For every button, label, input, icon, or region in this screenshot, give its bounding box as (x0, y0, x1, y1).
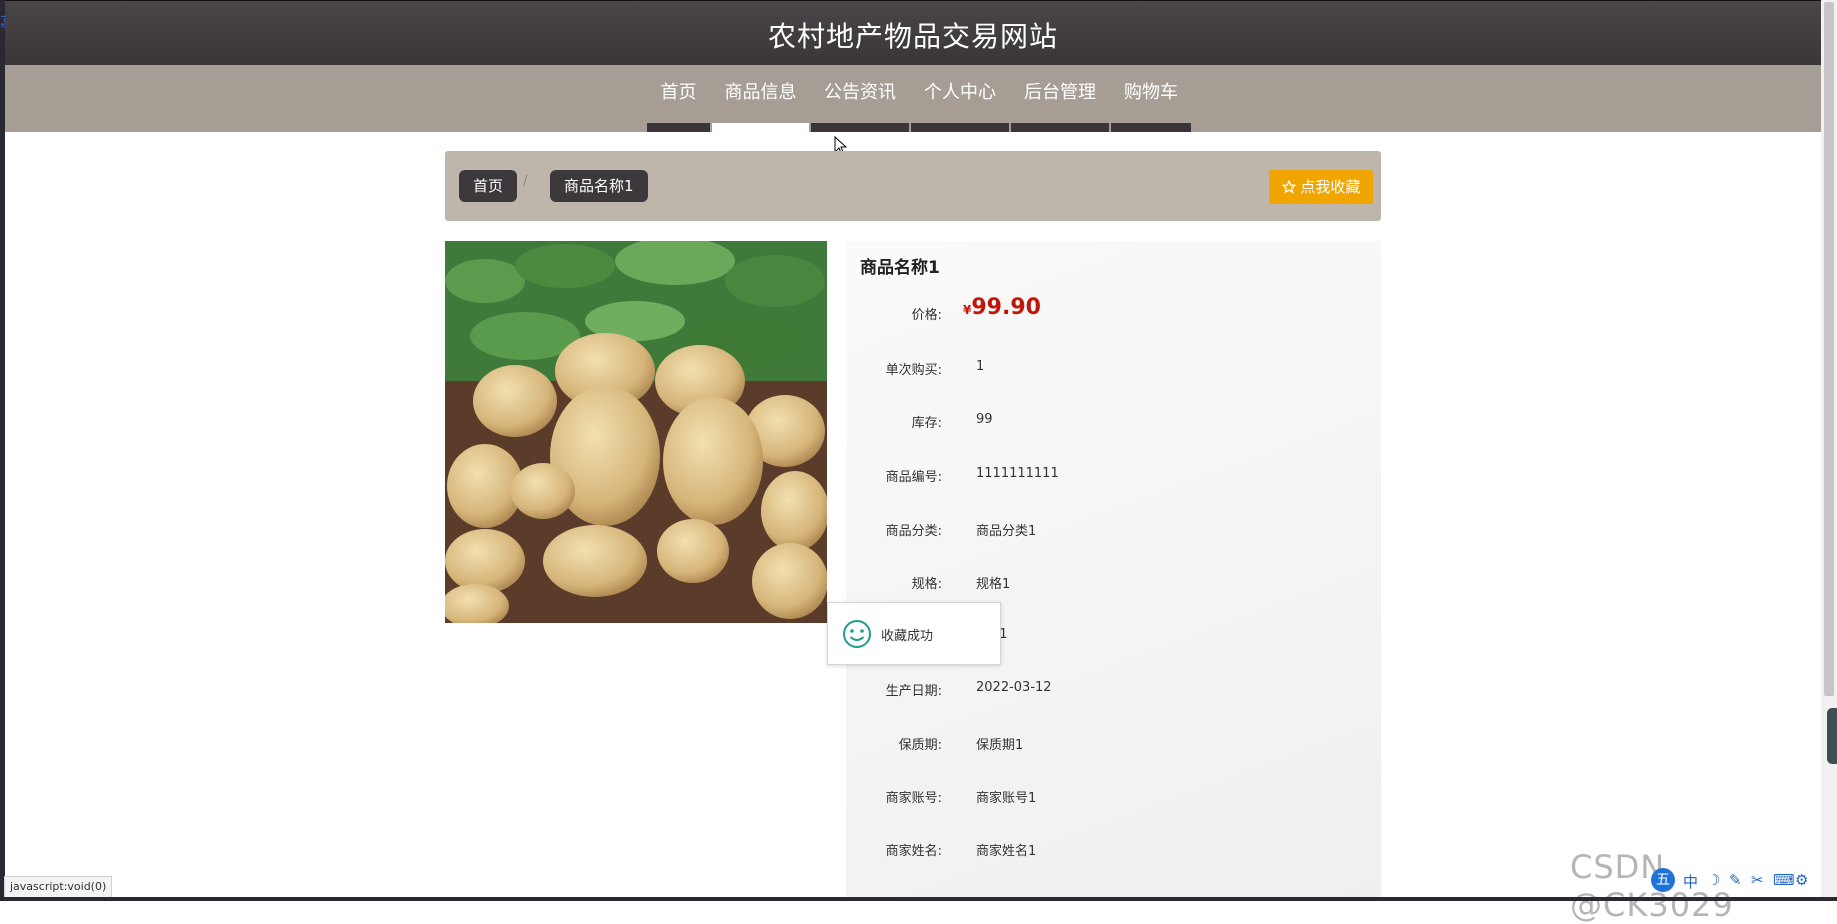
status-bar-url: javascript:void(0) (4, 876, 113, 898)
nav-item-home[interactable]: 首页 (647, 65, 710, 132)
star-outline-icon (1281, 179, 1296, 194)
gear-icon[interactable]: ⚙ (1795, 871, 1808, 889)
nav-item-label: 后台管理 (1024, 82, 1096, 103)
field-value-merchant-name: 商家姓名1 (976, 844, 1037, 859)
field-label-spec: 规格: (911, 577, 942, 592)
field-value-production-date: 2022-03-12 (976, 680, 1052, 695)
window-edge (0, 0, 5, 901)
field-value-category: 商品分类1 (976, 524, 1037, 539)
field-label-merchant-account: 商家账号: (885, 791, 942, 806)
field-value-product-number: 1111111111 (976, 466, 1059, 481)
scissors-icon[interactable]: ✂ (1751, 871, 1764, 889)
nav-item-label: 公告资讯 (824, 82, 896, 103)
moon-icon[interactable]: ☽ (1707, 871, 1720, 889)
field-value-single-purchase: 1 (976, 359, 985, 374)
nav-item-user-center[interactable]: 个人中心 (911, 65, 1009, 132)
breadcrumb-separator: / (523, 174, 528, 189)
field-value-spec: 规格1 (976, 577, 1011, 592)
nav-item-label: 商品信息 (724, 82, 797, 103)
price-label: 价格: (911, 308, 942, 323)
field-label-category: 商品分类: (885, 524, 942, 539)
favorite-button[interactable]: 点我收藏 (1269, 170, 1373, 204)
scrollbar-thumb[interactable] (1824, 2, 1834, 696)
system-tray: 五 中 ☽ ✎ ✂ ⌨ ⚙ (1651, 868, 1823, 894)
product-name: 商品名称1 (860, 258, 940, 278)
field-label-product-number: 商品编号: (885, 470, 942, 485)
site-title: 农村地产物品交易网站 (767, 20, 1058, 53)
field-label-merchant-name: 商家姓名: (885, 844, 942, 859)
side-widget-tab[interactable] (1827, 708, 1837, 764)
field-value-stock: 99 (976, 412, 993, 427)
breadcrumb-current: 商品名称1 (550, 170, 648, 202)
nav-item-label: 个人中心 (924, 82, 996, 103)
nav-item-label: 首页 (660, 82, 697, 103)
nav-item-cart[interactable]: 购物车 (1111, 65, 1191, 132)
window-bottom-edge (0, 897, 1837, 901)
field-value-shelf-life: 保质期1 (976, 738, 1024, 753)
pen-icon[interactable]: ✎ (1729, 871, 1742, 889)
nav-item-label: 购物车 (1124, 82, 1178, 103)
site-header: 农村地产物品交易网站 (5, 0, 1821, 66)
keyboard-icon[interactable]: ⌨ (1773, 871, 1795, 889)
breadcrumb: 首页 / 商品名称1 点我收藏 (445, 151, 1381, 221)
product-detail-panel: 商品名称1 价格: ¥99.90 单次购买: 1 库存: 99 商品编号: 11… (846, 241, 1381, 901)
field-label-production-date: 生产日期: (885, 684, 942, 699)
toast-notification: 收藏成功 (827, 602, 1001, 665)
main-nav: 首页 商品信息 公告资讯 个人中心 后台管理 购物车 (5, 65, 1821, 132)
field-label-shelf-life: 保质期: (898, 738, 942, 753)
field-value-merchant-account: 商家账号1 (976, 791, 1037, 806)
field-label-single-purchase: 单次购买: (885, 363, 942, 378)
favorite-button-label: 点我收藏 (1300, 178, 1361, 196)
price-amount: 99.90 (971, 295, 1041, 320)
breadcrumb-home[interactable]: 首页 (459, 170, 518, 202)
nav-item-products[interactable]: 商品信息 (712, 65, 809, 132)
toast-message: 收藏成功 (881, 629, 934, 644)
nav-item-admin[interactable]: 后台管理 (1011, 65, 1109, 132)
product-image (445, 241, 827, 623)
smile-face-icon (843, 620, 871, 648)
ime-icon[interactable]: 五 (1651, 868, 1675, 892)
nav-item-news[interactable]: 公告资讯 (811, 65, 909, 132)
field-label-stock: 库存: (911, 416, 942, 431)
ime-lang-indicator[interactable]: 中 (1683, 871, 1698, 892)
price-value: ¥99.90 (963, 295, 1041, 320)
